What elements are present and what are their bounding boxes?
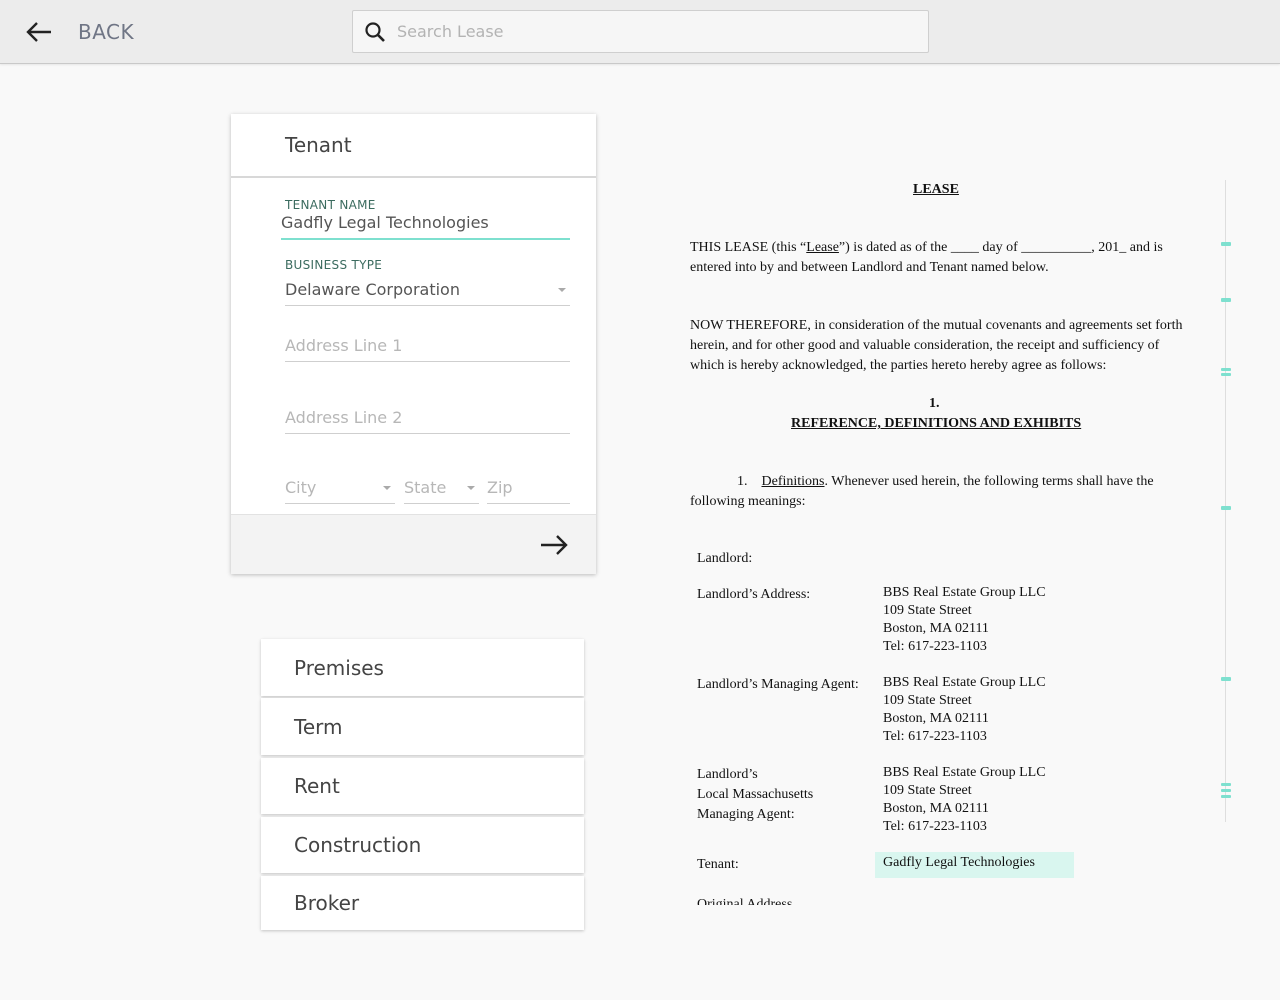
scroll-marker[interactable]: [1221, 677, 1231, 681]
business-type-select[interactable]: Delaware Corporation: [285, 272, 570, 306]
section-premises[interactable]: Premises: [261, 639, 584, 696]
intro-text: ”) is dated as of the ____ day of ______…: [838, 240, 1163, 255]
definitions-line-1: 1. Definitions. Whenever used herein, th…: [737, 474, 1154, 490]
local-agent-line: Boston, MA 02111: [883, 801, 989, 816]
scroll-marker[interactable]: [1221, 789, 1231, 792]
scroll-marker[interactable]: [1221, 298, 1231, 302]
definitions-line-2: following meanings:: [690, 494, 806, 509]
definitions-number: 1.: [737, 474, 748, 489]
address-line-1-placeholder: Address Line 1: [285, 336, 403, 355]
zip-input[interactable]: Zip: [487, 468, 570, 504]
landlord-address-label: Landlord’s Address:: [697, 587, 811, 602]
local-agent-label: Managing Agent:: [697, 807, 795, 822]
city-placeholder: City: [285, 478, 317, 497]
section-broker[interactable]: Broker: [261, 876, 584, 930]
city-select[interactable]: City: [285, 468, 395, 504]
intro-text: THIS LEASE (this “: [690, 240, 807, 255]
arrow-left-icon: [26, 22, 51, 42]
section-number: 1.: [929, 396, 940, 411]
managing-agent-line: Tel: 617-223-1103: [883, 729, 987, 744]
managing-agent-label: Landlord’s Managing Agent:: [697, 677, 859, 692]
search-input[interactable]: [397, 22, 897, 41]
local-agent-line: Tel: 617-223-1103: [883, 819, 987, 834]
local-agent-label: Local Massachusetts: [697, 787, 814, 802]
scroll-marker[interactable]: [1221, 506, 1231, 510]
local-agent-line: BBS Real Estate Group LLC: [883, 765, 1046, 780]
tenant-card: Tenant TENANT NAME Gadfly Legal Technolo…: [231, 114, 596, 574]
back-label: BACK: [78, 20, 135, 44]
definitions-term: Definitions: [761, 474, 825, 489]
section-label: Premises: [294, 655, 384, 680]
landlord-address-line: Boston, MA 02111: [883, 621, 989, 636]
state-placeholder: State: [404, 478, 447, 497]
local-agent-label: Landlord’s: [697, 767, 758, 782]
definitions-text: . Whenever used herein, the following te…: [824, 474, 1154, 489]
document-heading: LEASE: [913, 182, 959, 197]
section-title: REFERENCE, DEFINITIONS AND EXHIBITS: [791, 416, 1082, 431]
section-label: Term: [294, 714, 343, 739]
intro-line-1: THIS LEASE (this “Lease”) is dated as of…: [690, 240, 1163, 256]
local-agent-line: 109 State Street: [883, 783, 972, 798]
address-line-2-placeholder: Address Line 2: [285, 408, 403, 427]
intro-line-2: entered into by and between Landlord and…: [690, 260, 1049, 275]
business-type-value: Delaware Corporation: [285, 280, 460, 299]
tenant-form: TENANT NAME Gadfly Legal Technologies BU…: [231, 178, 596, 514]
back-button[interactable]: BACK: [24, 14, 134, 50]
scroll-marker[interactable]: [1221, 368, 1231, 371]
now-therefore-line-1: NOW THEREFORE, in consideration of the m…: [690, 318, 1183, 333]
section-label: Construction: [294, 833, 422, 857]
managing-agent-line: BBS Real Estate Group LLC: [883, 675, 1046, 690]
tenant-card-footer: [231, 514, 596, 574]
zip-placeholder: Zip: [487, 478, 513, 497]
section-construction[interactable]: Construction: [261, 817, 584, 873]
top-bar: BACK: [0, 0, 1280, 64]
landlord-label: Landlord:: [697, 551, 753, 566]
business-type-label: BUSINESS TYPE: [285, 258, 383, 272]
chevron-down-icon: [383, 486, 391, 490]
now-therefore-line-3: which is hereby acknowledged, the partie…: [690, 358, 1107, 373]
search-icon: [365, 21, 385, 42]
section-rent[interactable]: Rent: [261, 758, 584, 814]
managing-agent-line: Boston, MA 02111: [883, 711, 989, 726]
scroll-marker-track[interactable]: [1225, 180, 1226, 822]
now-therefore-line-2: herein, and for other good and valuable …: [690, 338, 1160, 353]
tenant-value: Gadfly Legal Technologies: [883, 855, 1035, 870]
landlord-address-line: BBS Real Estate Group LLC: [883, 585, 1046, 600]
search-box[interactable]: [352, 10, 929, 53]
arrow-right-icon[interactable]: [538, 529, 570, 561]
state-select[interactable]: State: [404, 468, 479, 504]
tenant-name-field[interactable]: Gadfly Legal Technologies: [281, 210, 570, 240]
tenant-card-title: Tenant: [231, 114, 596, 178]
lease-document: LEASE THIS LEASE (this “Lease”) is dated…: [690, 170, 1190, 905]
managing-agent-line: 109 State Street: [883, 693, 972, 708]
scroll-marker[interactable]: [1221, 373, 1231, 376]
lease-term-link[interactable]: Lease: [806, 240, 839, 255]
tenant-name-value: Gadfly Legal Technologies: [281, 213, 489, 232]
section-label: Broker: [294, 891, 360, 915]
address-line-1-input[interactable]: Address Line 1: [285, 328, 570, 362]
chevron-down-icon: [467, 486, 475, 490]
scroll-marker[interactable]: [1221, 783, 1231, 786]
chevron-down-icon: [558, 288, 566, 292]
landlord-address-line: 109 State Street: [883, 603, 972, 618]
scroll-marker[interactable]: [1221, 795, 1231, 798]
original-address-label: Original Address: [697, 897, 793, 905]
section-label: Rent: [294, 774, 340, 798]
tenant-value-highlight[interactable]: Gadfly Legal Technologies: [875, 852, 1074, 878]
landlord-address-line: Tel: 617-223-1103: [883, 639, 987, 654]
section-term[interactable]: Term: [261, 698, 584, 755]
address-line-2-input[interactable]: Address Line 2: [285, 398, 570, 434]
scroll-marker[interactable]: [1221, 242, 1231, 246]
tenant-label: Tenant:: [697, 857, 739, 872]
